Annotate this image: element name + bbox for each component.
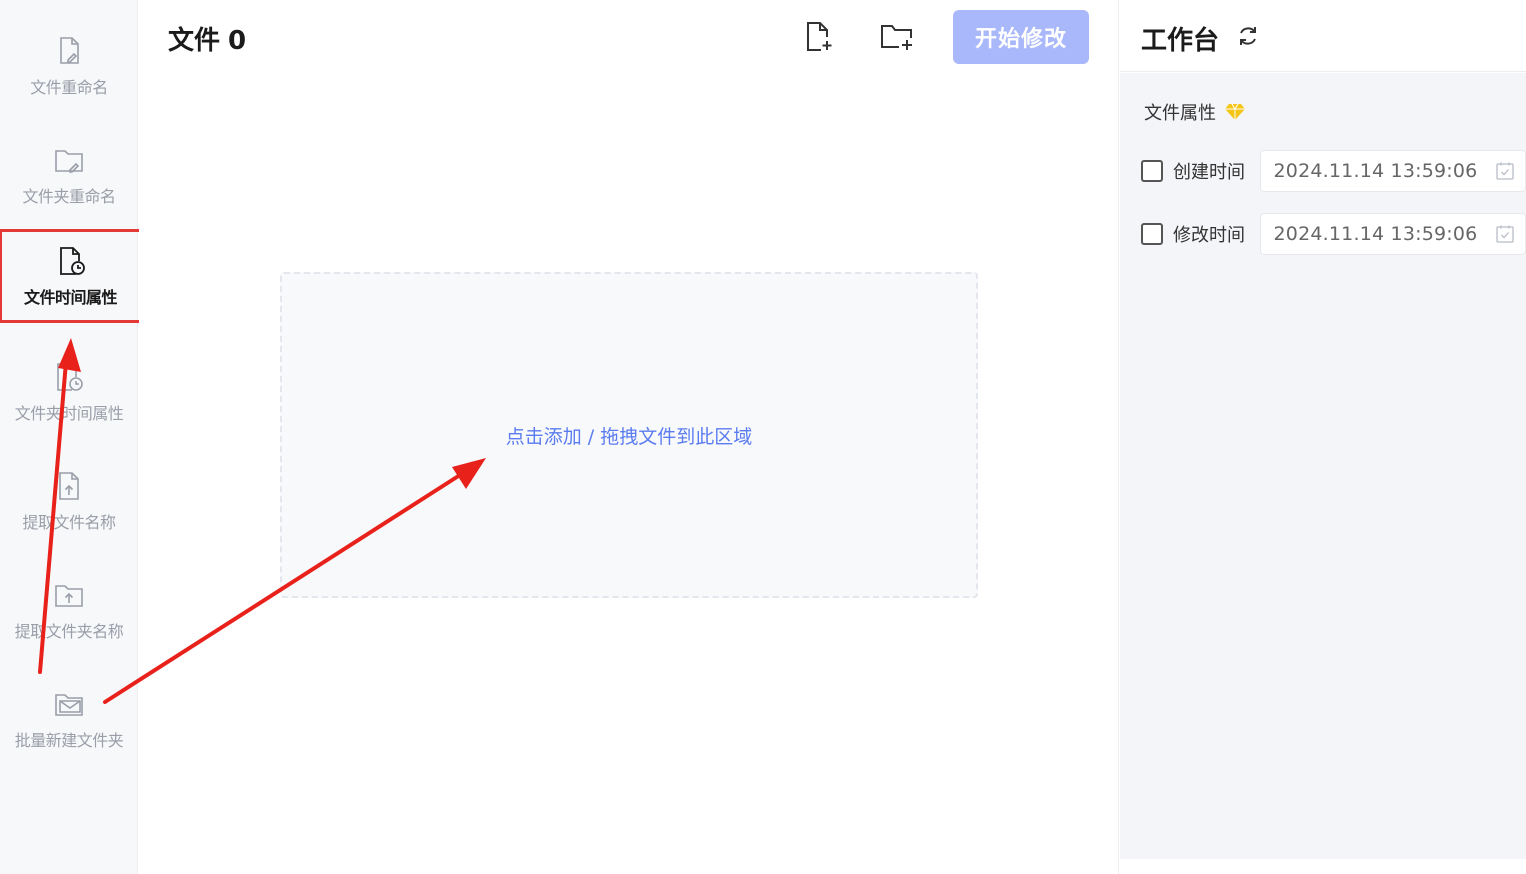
modify-time-label: 修改时间 — [1173, 225, 1245, 246]
file-add-icon — [807, 22, 832, 51]
page-title: 文件 0 — [168, 20, 246, 57]
add-folder-button[interactable] — [879, 18, 915, 56]
modify-time-row: 修改时间 2024.11.14 13:59:06 — [1141, 213, 1526, 255]
sidebar-item-folder-time[interactable]: 文件夹时间属性 — [0, 346, 138, 438]
sidebar-item-batch-new-folder[interactable]: 批量新建文件夹 — [0, 673, 138, 765]
drop-zone-text: 点击添加 / 拖拽文件到此区域 — [505, 425, 753, 448]
sidebar-item-label: 批量新建文件夹 — [14, 731, 124, 750]
file-upload-icon — [59, 472, 79, 500]
sidebar-item-extract-file-names[interactable]: 提取文件名称 — [0, 455, 138, 547]
sidebar-item-file-rename[interactable]: 文件重命名 — [0, 20, 138, 112]
sidebar-item-extract-folder-names[interactable]: 提取文件夹名称 — [0, 564, 138, 656]
modify-time-input[interactable]: 2024.11.14 13:59:06 — [1259, 213, 1526, 255]
section-title: 文件属性 — [1144, 99, 1246, 125]
panel-body: 文件属性 创建时间 2024.11.14 13:59:06 修改时间 2024.… — [1120, 73, 1526, 859]
sidebar-item-label: 文件时间属性 — [23, 288, 118, 307]
sidebar: 文件重命名 文件夹重命名 文件时间属性 文件夹时间属性 提取文件名称 提取文件夹… — [0, 0, 142, 874]
folder-add-icon — [881, 25, 912, 50]
modify-time-value: 2024.11.14 13:59:06 — [1273, 223, 1478, 245]
create-time-label: 创建时间 — [1173, 162, 1245, 183]
page-title-text: 文件 — [168, 26, 221, 56]
panel-title: 工作台 — [1141, 26, 1220, 56]
sidebar-item-label: 文件重命名 — [30, 78, 108, 97]
start-modify-button[interactable]: 开始修改 — [953, 10, 1089, 64]
file-edit-icon — [60, 37, 79, 64]
file-drop-zone[interactable]: 点击添加 / 拖拽文件到此区域 — [280, 272, 978, 598]
sidebar-item-label: 提取文件夹名称 — [14, 622, 124, 641]
diamond-icon — [1225, 103, 1245, 120]
sidebar-item-label: 文件夹重命名 — [22, 187, 116, 206]
create-time-row: 创建时间 2024.11.14 13:59:06 — [1141, 150, 1526, 192]
file-list-area: 文件 0 开始修改 点击添加 / 拖拽文件到此区域 — [139, 0, 1119, 874]
sidebar-item-folder-rename[interactable]: 文件夹重命名 — [0, 129, 138, 221]
add-file-button[interactable] — [801, 18, 837, 56]
create-time-value: 2024.11.14 13:59:06 — [1273, 160, 1478, 182]
panel-header: 工作台 — [1120, 0, 1526, 72]
sidebar-item-label: 文件夹时间属性 — [14, 404, 124, 423]
folder-upload-icon — [55, 585, 83, 607]
sidebar-item-label: 提取文件名称 — [22, 513, 116, 532]
workbench-panel: 工作台 文件属性 创建时间 2024.11.14 13:59:06 修改时间 2… — [1120, 0, 1526, 874]
create-time-checkbox[interactable] — [1141, 160, 1163, 182]
modify-time-checkbox[interactable] — [1141, 223, 1163, 245]
calendar-check-icon[interactable] — [1495, 161, 1515, 181]
file-clock-icon — [59, 247, 85, 275]
sidebar-item-file-time[interactable]: 文件时间属性 — [0, 229, 142, 323]
folder-edit-icon — [55, 150, 83, 173]
refresh-icon[interactable] — [1236, 24, 1260, 48]
section-title-text: 文件属性 — [1144, 103, 1216, 124]
app-window: 文件重命名 文件夹重命名 文件时间属性 文件夹时间属性 提取文件名称 提取文件夹… — [0, 0, 1526, 874]
calendar-check-icon[interactable] — [1495, 224, 1515, 244]
folder-mail-icon — [55, 694, 83, 716]
file-count: 0 — [228, 26, 247, 56]
folder-clock-icon — [57, 363, 83, 391]
create-time-input[interactable]: 2024.11.14 13:59:06 — [1259, 150, 1526, 192]
